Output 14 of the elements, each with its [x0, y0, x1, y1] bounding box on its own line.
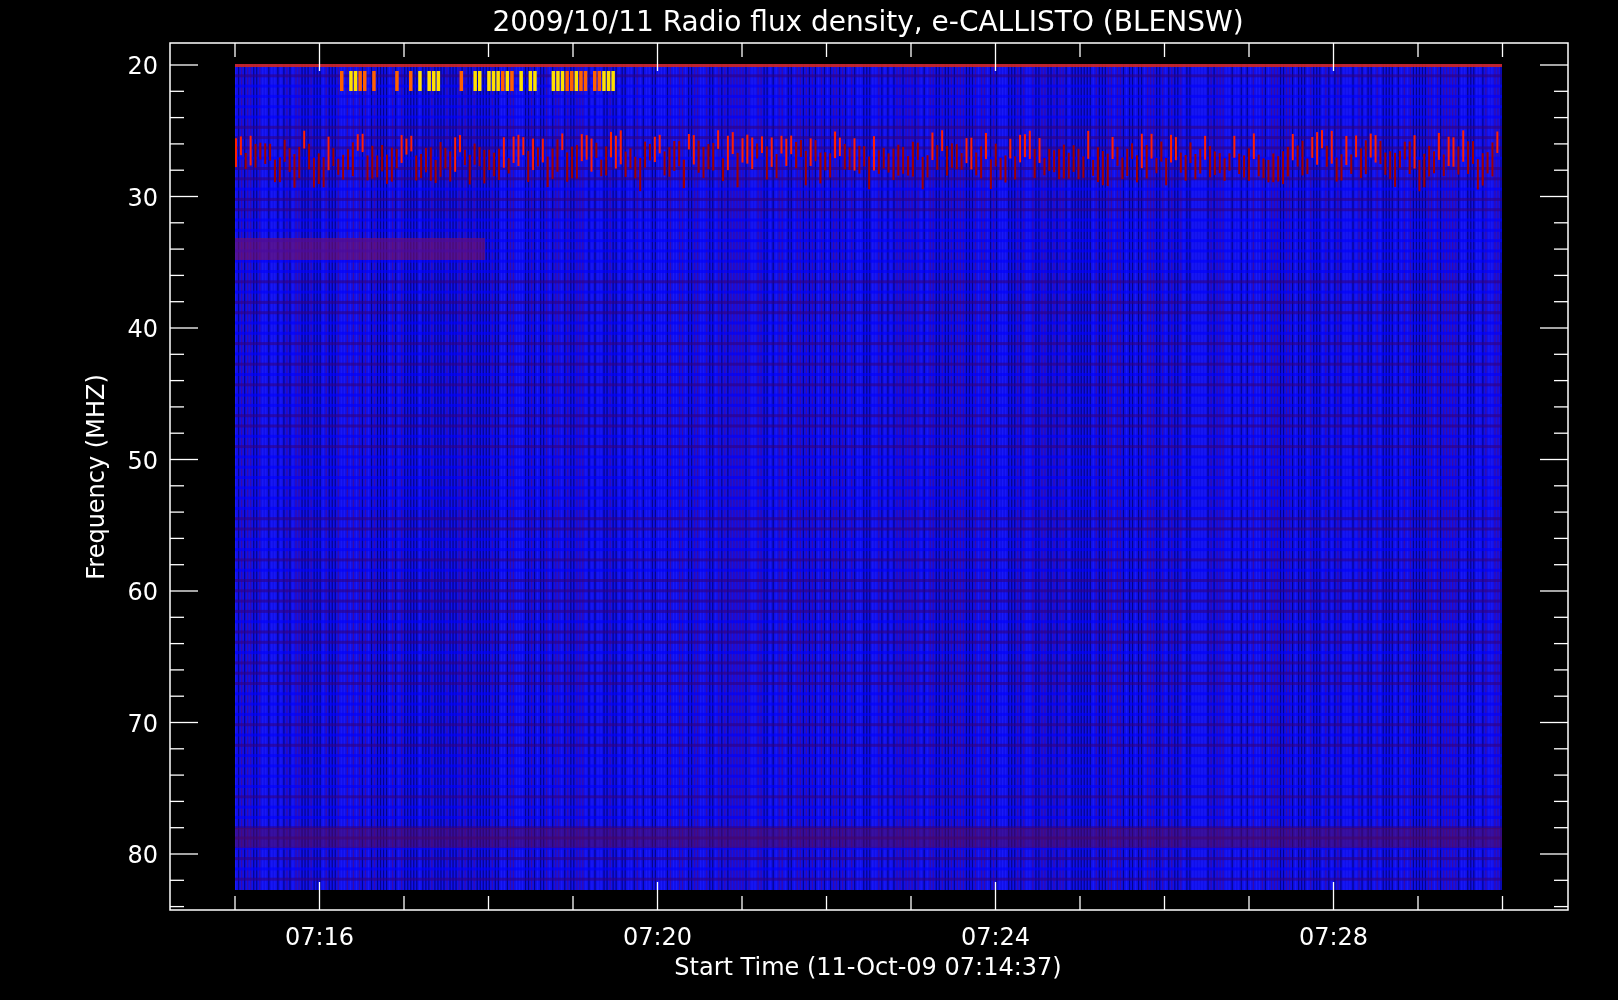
- y-tick-label: 20: [127, 52, 158, 80]
- y-axis-label: Frequency (MHZ): [82, 374, 110, 580]
- y-tick-label: 40: [127, 315, 158, 343]
- x-tick-label: 07:24: [960, 923, 1031, 951]
- y-tick-label: 70: [127, 709, 158, 738]
- chart-title: 2009/10/11 Radio flux density, e-CALLISTO (BLENSW): [492, 5, 1244, 38]
- y-tick-label: 80: [127, 841, 158, 869]
- y-tick-label: 30: [127, 183, 158, 212]
- x-tick-label: 07:16: [284, 923, 355, 951]
- x-axis-label: Start Time (11-Oct-09 07:14:37): [674, 953, 1062, 981]
- x-tick-label: 07:28: [1298, 923, 1369, 951]
- y-tick-label: 50: [127, 446, 158, 475]
- x-tick-label: 07:20: [622, 923, 693, 951]
- y-tick-label: 60: [127, 578, 158, 606]
